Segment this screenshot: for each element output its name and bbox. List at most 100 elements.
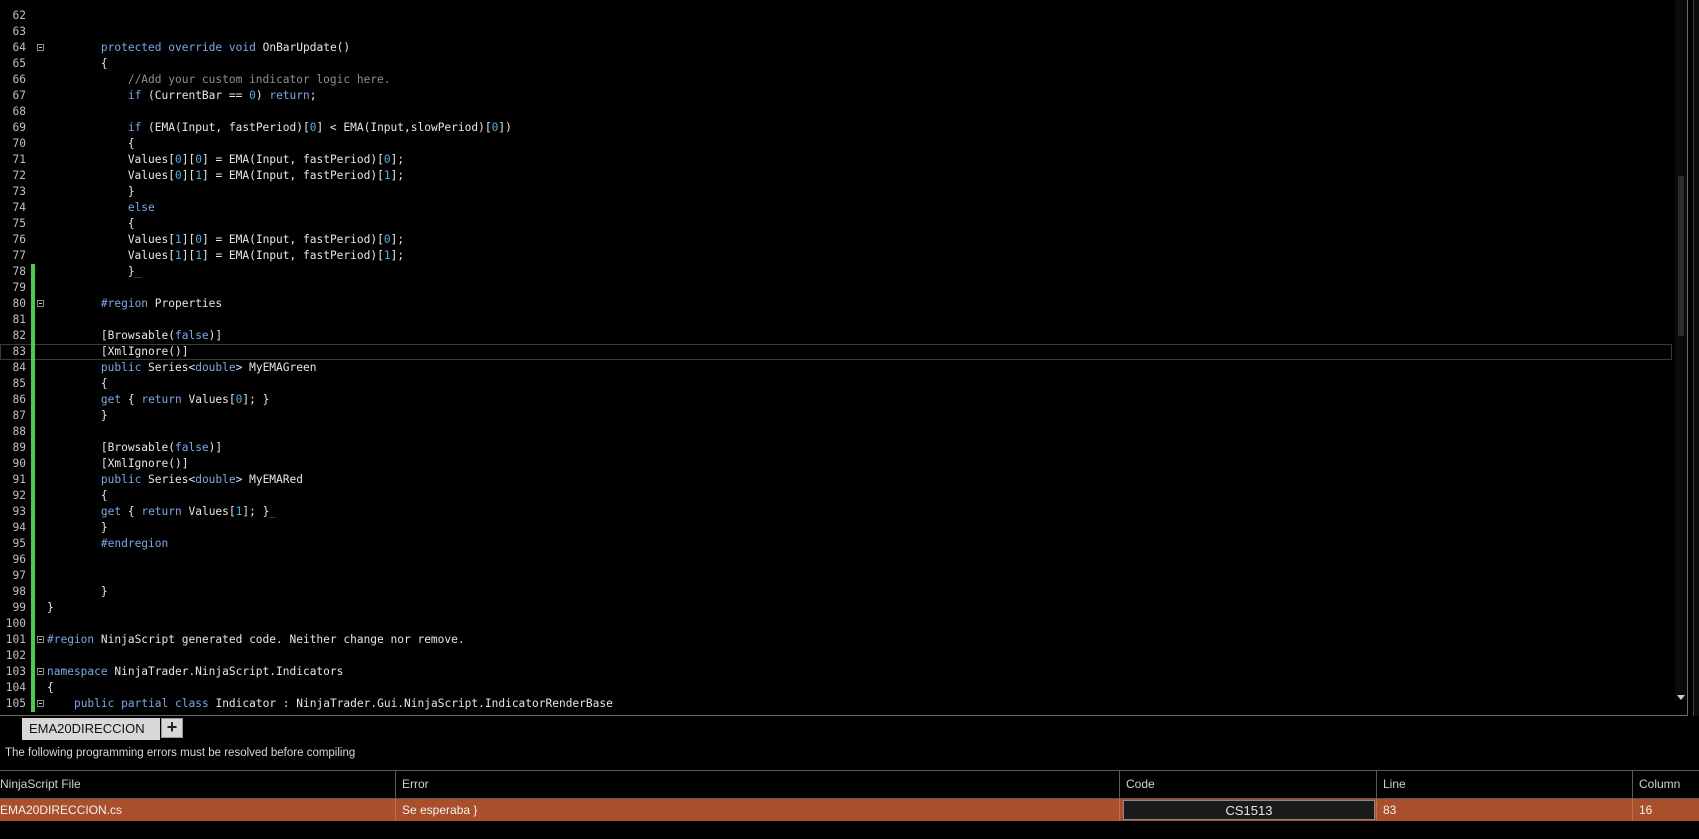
code-line[interactable]: 105 public partial class Indicator : Nin…: [0, 696, 1672, 712]
line-number: 92: [12, 489, 26, 502]
change-marker: [31, 488, 35, 504]
fold-toggle-icon[interactable]: [37, 700, 44, 707]
code-editor[interactable]: 62 63 64 protected override void OnBarUpda…: [0, 0, 1688, 716]
table-row[interactable]: EMA20DIRECCION.cs Se esperaba } CS1513 8…: [0, 799, 1699, 821]
code-line[interactable]: 71 Values[0][0] = EMA(Input, fastPeriod)…: [0, 152, 1672, 168]
code-line[interactable]: 101 #region NinjaScript generated code. N…: [0, 632, 1672, 648]
code-text: public partial class Indicator : NinjaTr…: [73, 697, 613, 710]
code-text: {: [47, 217, 135, 230]
code-line[interactable]: 65 {: [0, 56, 1672, 72]
outer-scrollbar[interactable]: [1693, 0, 1699, 716]
line-number: 80: [12, 297, 26, 310]
code-line[interactable]: 99}: [0, 600, 1672, 616]
error-table-header: NinjaScript File Error Code Line Column: [0, 770, 1699, 799]
code-text: #region NinjaScript generated code. Neit…: [47, 633, 465, 646]
code-line[interactable]: 87 }: [0, 408, 1672, 424]
line-number: 84: [12, 361, 26, 374]
code-line[interactable]: 72 Values[0][1] = EMA(Input, fastPeriod)…: [0, 168, 1672, 184]
error-file: EMA20DIRECCION.cs: [0, 799, 396, 821]
vertical-scrollbar[interactable]: [1675, 0, 1687, 700]
code-line[interactable]: 91 public Series<double> MyEMARed: [0, 472, 1672, 488]
code-line[interactable]: 77 Values[1][1] = EMA(Input, fastPeriod)…: [0, 248, 1672, 264]
error-line: 83: [1377, 799, 1633, 821]
code-line[interactable]: 98 }: [0, 584, 1672, 600]
change-marker: [31, 664, 35, 680]
change-marker: [31, 152, 35, 168]
code-text: public Series<double> MyEMARed: [100, 473, 303, 486]
line-number: 83: [12, 345, 26, 358]
code-line[interactable]: 94 }: [0, 520, 1672, 536]
change-marker: [31, 344, 35, 360]
code-line[interactable]: 88: [0, 424, 1672, 440]
code-line[interactable]: 83 [XmlIgnore()]: [0, 344, 1672, 360]
code-line[interactable]: 96: [0, 552, 1672, 568]
code-lines: 62 63 64 protected override void OnBarUpda…: [0, 8, 1672, 712]
code-line[interactable]: 63: [0, 24, 1672, 40]
change-marker: [31, 616, 35, 632]
line-number: 79: [12, 281, 26, 294]
code-line[interactable]: 68: [0, 104, 1672, 120]
line-number: 63: [12, 25, 26, 38]
error-table: NinjaScript File Error Code Line Column …: [0, 770, 1699, 821]
code-line[interactable]: 102: [0, 648, 1672, 664]
change-marker: [31, 40, 35, 56]
header-column[interactable]: Column: [1633, 771, 1699, 798]
change-marker: [31, 88, 35, 104]
change-marker: [31, 600, 35, 616]
change-marker: [31, 392, 35, 408]
code-line[interactable]: 79: [0, 280, 1672, 296]
line-number: 95: [12, 537, 26, 550]
code-line[interactable]: 90 [XmlIgnore()]: [0, 456, 1672, 472]
fold-toggle-icon[interactable]: [37, 300, 44, 307]
code-line[interactable]: 62: [0, 8, 1672, 24]
line-number: 76: [12, 233, 26, 246]
scrollbar-thumb[interactable]: [1678, 176, 1684, 336]
code-line[interactable]: 69 if (EMA(Input, fastPeriod)[0] < EMA(I…: [0, 120, 1672, 136]
fold-toggle-icon[interactable]: [37, 44, 44, 51]
change-marker: [31, 264, 35, 280]
code-line[interactable]: 97: [0, 568, 1672, 584]
code-line[interactable]: 92 {: [0, 488, 1672, 504]
code-text: [Browsable(false)]: [47, 441, 223, 454]
code-line[interactable]: 89 [Browsable(false)]: [0, 440, 1672, 456]
code-text: #endregion: [100, 537, 169, 550]
ninjascript-editor-window: 62 63 64 protected override void OnBarUpda…: [0, 0, 1699, 839]
code-line[interactable]: 70 {: [0, 136, 1672, 152]
code-line[interactable]: 76 Values[1][0] = EMA(Input, fastPeriod)…: [0, 232, 1672, 248]
code-text: //Add your custom indicator logic here.: [127, 73, 391, 86]
fold-toggle-icon[interactable]: [37, 668, 44, 675]
code-line[interactable]: 85 {: [0, 376, 1672, 392]
code-line[interactable]: 80 #region Properties: [0, 296, 1672, 312]
code-line[interactable]: 74 else: [0, 200, 1672, 216]
add-tab-button[interactable]: +: [161, 718, 183, 738]
code-line[interactable]: 73 }: [0, 184, 1672, 200]
code-line[interactable]: 82 [Browsable(false)]: [0, 328, 1672, 344]
error-code-button[interactable]: CS1513: [1123, 800, 1375, 820]
code-line[interactable]: 66 //Add your custom indicator logic her…: [0, 72, 1672, 88]
header-file[interactable]: NinjaScript File: [0, 771, 396, 798]
code-line[interactable]: 67 if (CurrentBar == 0) return;: [0, 88, 1672, 104]
code-line[interactable]: 78 }_: [0, 264, 1672, 280]
code-line[interactable]: 93 get { return Values[1]; }_: [0, 504, 1672, 520]
tab-ema20direccion[interactable]: EMA20DIRECCION: [22, 718, 160, 740]
scroll-down-arrow-icon[interactable]: [1677, 695, 1685, 700]
change-marker: [31, 360, 35, 376]
code-line[interactable]: 64 protected override void OnBarUpdate(): [0, 40, 1672, 56]
change-marker: [31, 424, 35, 440]
change-marker: [31, 248, 35, 264]
code-line[interactable]: 81: [0, 312, 1672, 328]
code-line[interactable]: 84 public Series<double> MyEMAGreen: [0, 360, 1672, 376]
header-error[interactable]: Error: [396, 771, 1120, 798]
code-line[interactable]: 86 get { return Values[0]; }: [0, 392, 1672, 408]
line-number: 68: [12, 105, 26, 118]
code-line[interactable]: 100: [0, 616, 1672, 632]
file-tab-strip: EMA20DIRECCION +: [0, 716, 1688, 742]
header-code[interactable]: Code: [1120, 771, 1377, 798]
code-line[interactable]: 104 {: [0, 680, 1672, 696]
code-line[interactable]: 75 {: [0, 216, 1672, 232]
fold-toggle-icon[interactable]: [37, 636, 44, 643]
code-line[interactable]: 103 namespace NinjaTrader.NinjaScript.Ind…: [0, 664, 1672, 680]
code-line[interactable]: 95 #endregion: [0, 536, 1672, 552]
code-text: Values[0][1] = EMA(Input, fastPeriod)[1]…: [47, 169, 405, 182]
header-line[interactable]: Line: [1377, 771, 1633, 798]
